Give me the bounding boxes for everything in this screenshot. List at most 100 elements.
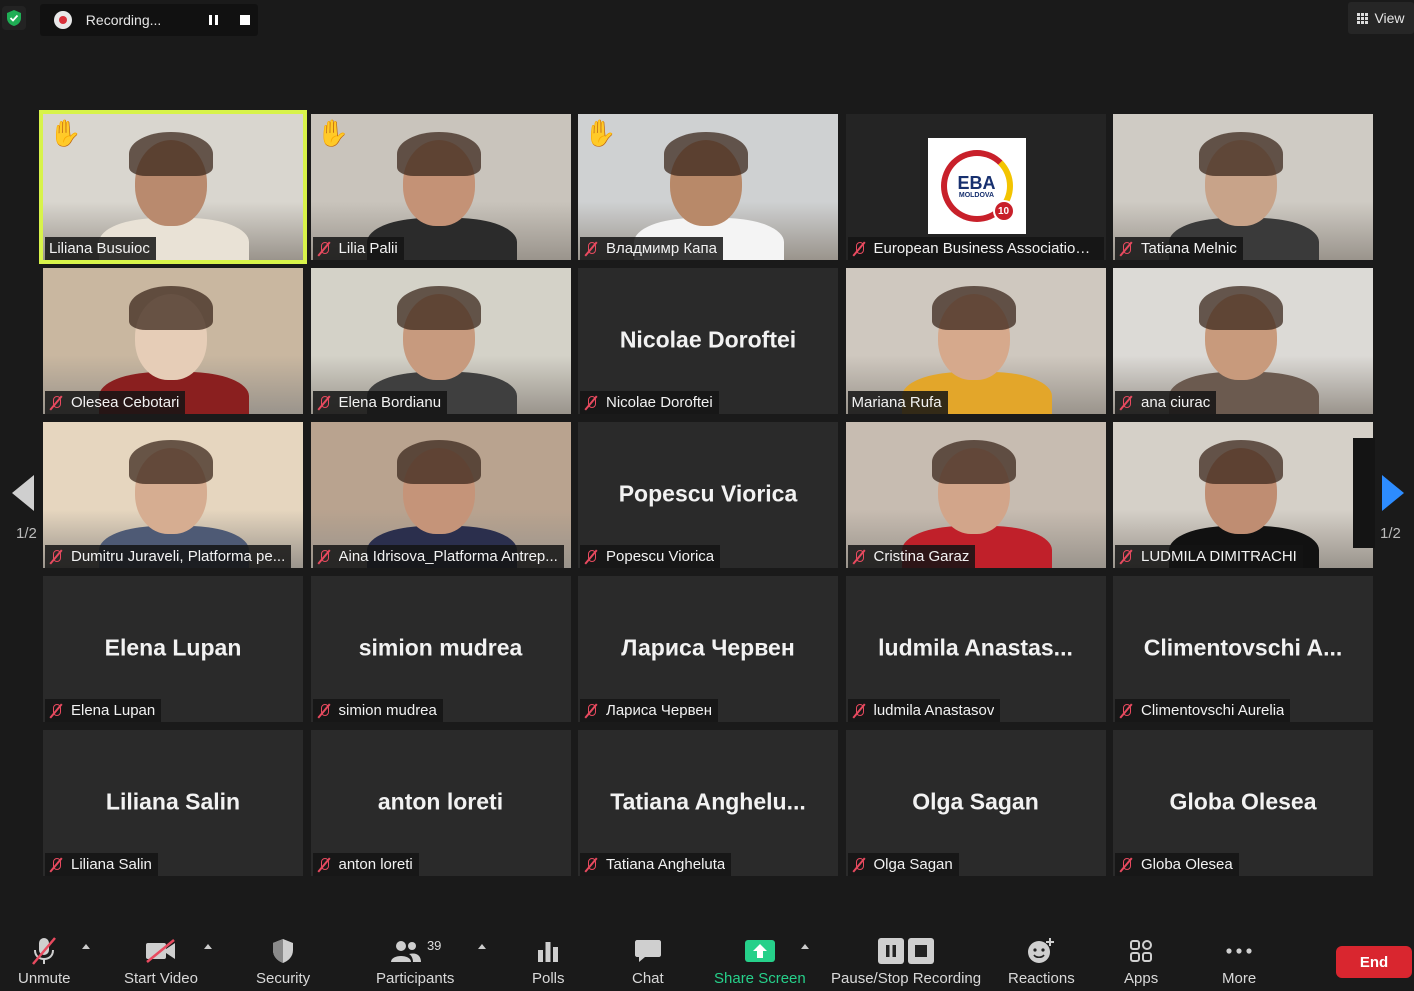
mic-muted-icon bbox=[30, 934, 58, 968]
participant-name-label: Tatiana Angheluta bbox=[580, 853, 732, 876]
mic-muted-icon bbox=[1119, 241, 1133, 257]
more-dots-icon bbox=[1224, 934, 1254, 968]
meeting-toolbar: Unmute Start Video Security 39 Participa… bbox=[0, 920, 1414, 991]
share-options-caret-icon[interactable] bbox=[801, 944, 809, 949]
mic-muted-icon bbox=[49, 549, 63, 565]
participant-tile[interactable]: Elena Lupan Elena Lupan bbox=[43, 576, 303, 722]
participant-tile[interactable]: anton loreti anton loreti bbox=[310, 730, 571, 876]
chat-button[interactable]: Chat bbox=[632, 934, 664, 987]
participant-tile[interactable]: ana ciurac bbox=[1113, 268, 1373, 414]
participant-name-text: LUDMILA DIMITRACHI bbox=[1141, 548, 1297, 565]
participant-name-text: Mariana Rufa bbox=[851, 394, 942, 411]
unmute-button[interactable]: Unmute bbox=[18, 934, 71, 987]
participant-tile[interactable]: Лариса Червен Лариса Червен bbox=[578, 576, 838, 722]
security-button[interactable]: Security bbox=[256, 934, 310, 987]
participants-button[interactable]: 39 Participants bbox=[376, 934, 454, 988]
more-button[interactable]: More bbox=[1222, 934, 1256, 987]
participant-tile[interactable]: Mariana Rufa bbox=[845, 268, 1106, 414]
view-button[interactable]: View bbox=[1348, 2, 1414, 34]
participant-display-name: Climentovschi A... bbox=[1143, 634, 1343, 661]
participant-tile[interactable]: Tatiana Melnic bbox=[1113, 114, 1373, 260]
participant-name-label: Elena Lupan bbox=[45, 699, 162, 722]
next-page-strip bbox=[1353, 438, 1375, 548]
share-screen-label: Share Screen bbox=[714, 970, 806, 987]
mic-muted-icon bbox=[49, 395, 63, 411]
stop-recording-button[interactable] bbox=[232, 7, 258, 33]
security-shield-icon[interactable] bbox=[2, 6, 26, 30]
mic-muted-icon bbox=[584, 703, 598, 719]
participant-tile[interactable]: EBA MOLDOVA 10 European Business Associatio… bbox=[845, 114, 1106, 260]
previous-page-arrow-icon[interactable] bbox=[12, 475, 34, 511]
participant-display-name: ludmila Anastas... bbox=[878, 634, 1073, 661]
mic-muted-icon bbox=[1119, 549, 1133, 565]
page-indicator-left: 1/2 bbox=[16, 525, 37, 542]
mic-muted-icon bbox=[317, 395, 331, 411]
participant-display-name: Liliana Salin bbox=[105, 788, 241, 815]
participant-name-label: Cristina Garaz bbox=[847, 545, 976, 568]
raised-hand-icon: ✋ bbox=[584, 118, 617, 148]
mic-muted-icon bbox=[584, 549, 598, 565]
participants-options-caret-icon[interactable] bbox=[478, 944, 486, 949]
participant-tile[interactable]: LUDMILA DIMITRACHI bbox=[1113, 422, 1373, 568]
participant-name-text: ludmila Anastasov bbox=[873, 702, 995, 719]
participant-name-text: European Business Association ... bbox=[873, 240, 1098, 257]
participant-name-text: Tatiana Angheluta bbox=[606, 856, 726, 873]
participant-tile[interactable]: ✋ Lilia Palii bbox=[310, 114, 571, 260]
eba-logo-icon: EBA MOLDOVA 10 bbox=[927, 138, 1026, 234]
pause-stop-recording-button[interactable]: Pause/Stop Recording bbox=[831, 934, 981, 987]
mic-muted-icon bbox=[852, 241, 866, 257]
participant-name-label: Mariana Rufa bbox=[847, 391, 948, 414]
participant-display-name: Popescu Viorica bbox=[618, 480, 798, 507]
participant-tile[interactable]: ✋ Владмимр Капа bbox=[578, 114, 838, 260]
participant-tile[interactable]: Climentovschi A... Climentovschi Aurelia bbox=[1113, 576, 1373, 722]
reactions-label: Reactions bbox=[1008, 970, 1075, 987]
participant-tile[interactable]: Olesea Cebotari bbox=[43, 268, 303, 414]
participant-tile[interactable]: Dumitru Juraveli, Platforma pe... bbox=[43, 422, 303, 568]
participant-name-text: Владмимр Капа bbox=[606, 240, 717, 257]
participant-name-label: Olga Sagan bbox=[847, 853, 959, 876]
gallery-grid: ✋ Liliana Busuioc ✋ Lilia Palii ✋ Владмимр Ка… bbox=[39, 110, 1373, 876]
participant-tile[interactable]: Nicolae Doroftei Nicolae Doroftei bbox=[578, 268, 838, 414]
participant-tile[interactable]: Aina Idrisova_Platforma Antrep... bbox=[310, 422, 571, 568]
share-screen-button[interactable]: Share Screen bbox=[714, 934, 806, 987]
participant-tile[interactable]: simion mudrea simion mudrea bbox=[310, 576, 571, 722]
participant-tile[interactable]: Globa Olesea Globa Olesea bbox=[1113, 730, 1373, 876]
participant-name-label: simion mudrea bbox=[312, 699, 443, 722]
participant-tile[interactable]: Elena Bordianu bbox=[310, 268, 571, 414]
shield-icon bbox=[271, 934, 295, 968]
participant-tile[interactable]: Cristina Garaz bbox=[845, 422, 1106, 568]
participant-tile[interactable]: Liliana Salin Liliana Salin bbox=[43, 730, 303, 876]
participant-display-name: simion mudrea bbox=[358, 634, 523, 661]
participant-name-text: Elena Lupan bbox=[71, 702, 156, 719]
participant-name-text: Liliana Busuioc bbox=[49, 240, 150, 257]
participant-name-text: Liliana Salin bbox=[71, 856, 152, 873]
polls-button[interactable]: Polls bbox=[532, 934, 565, 987]
start-video-button[interactable]: Start Video bbox=[124, 934, 198, 987]
participant-tile[interactable]: Tatiana Anghelu... Tatiana Angheluta bbox=[578, 730, 838, 876]
mic-muted-icon bbox=[584, 241, 598, 257]
video-off-icon bbox=[144, 934, 178, 968]
mic-muted-icon bbox=[317, 241, 331, 257]
next-page-arrow-icon[interactable] bbox=[1382, 475, 1404, 511]
participant-name-label: anton loreti bbox=[312, 853, 419, 876]
view-label: View bbox=[1374, 10, 1405, 26]
unmute-label: Unmute bbox=[18, 970, 71, 987]
participant-tile[interactable]: ✋ Liliana Busuioc bbox=[39, 110, 307, 264]
participant-display-name: anton loreti bbox=[377, 788, 504, 815]
video-options-caret-icon[interactable] bbox=[204, 944, 212, 949]
pause-recording-button[interactable] bbox=[201, 7, 227, 33]
participant-name-text: Elena Bordianu bbox=[338, 394, 442, 411]
participant-tile[interactable]: Popescu Viorica Popescu Viorica bbox=[578, 422, 838, 568]
participant-name-text: simion mudrea bbox=[338, 702, 437, 719]
participant-tile[interactable]: Olga Sagan Olga Sagan bbox=[845, 730, 1106, 876]
participant-tile[interactable]: ludmila Anastas... ludmila Anastasov bbox=[845, 576, 1106, 722]
audio-options-caret-icon[interactable] bbox=[82, 944, 90, 949]
reactions-button[interactable]: Reactions bbox=[1008, 934, 1075, 987]
mic-muted-icon bbox=[584, 395, 598, 411]
participant-name-label: European Business Association ... bbox=[847, 237, 1104, 260]
end-meeting-button[interactable]: End bbox=[1336, 946, 1412, 978]
participants-icon: 39 bbox=[389, 934, 441, 968]
participant-name-text: Climentovschi Aurelia bbox=[1141, 702, 1285, 719]
apps-button[interactable]: Apps bbox=[1124, 934, 1158, 987]
participant-name-label: Dumitru Juraveli, Platforma pe... bbox=[45, 545, 292, 568]
